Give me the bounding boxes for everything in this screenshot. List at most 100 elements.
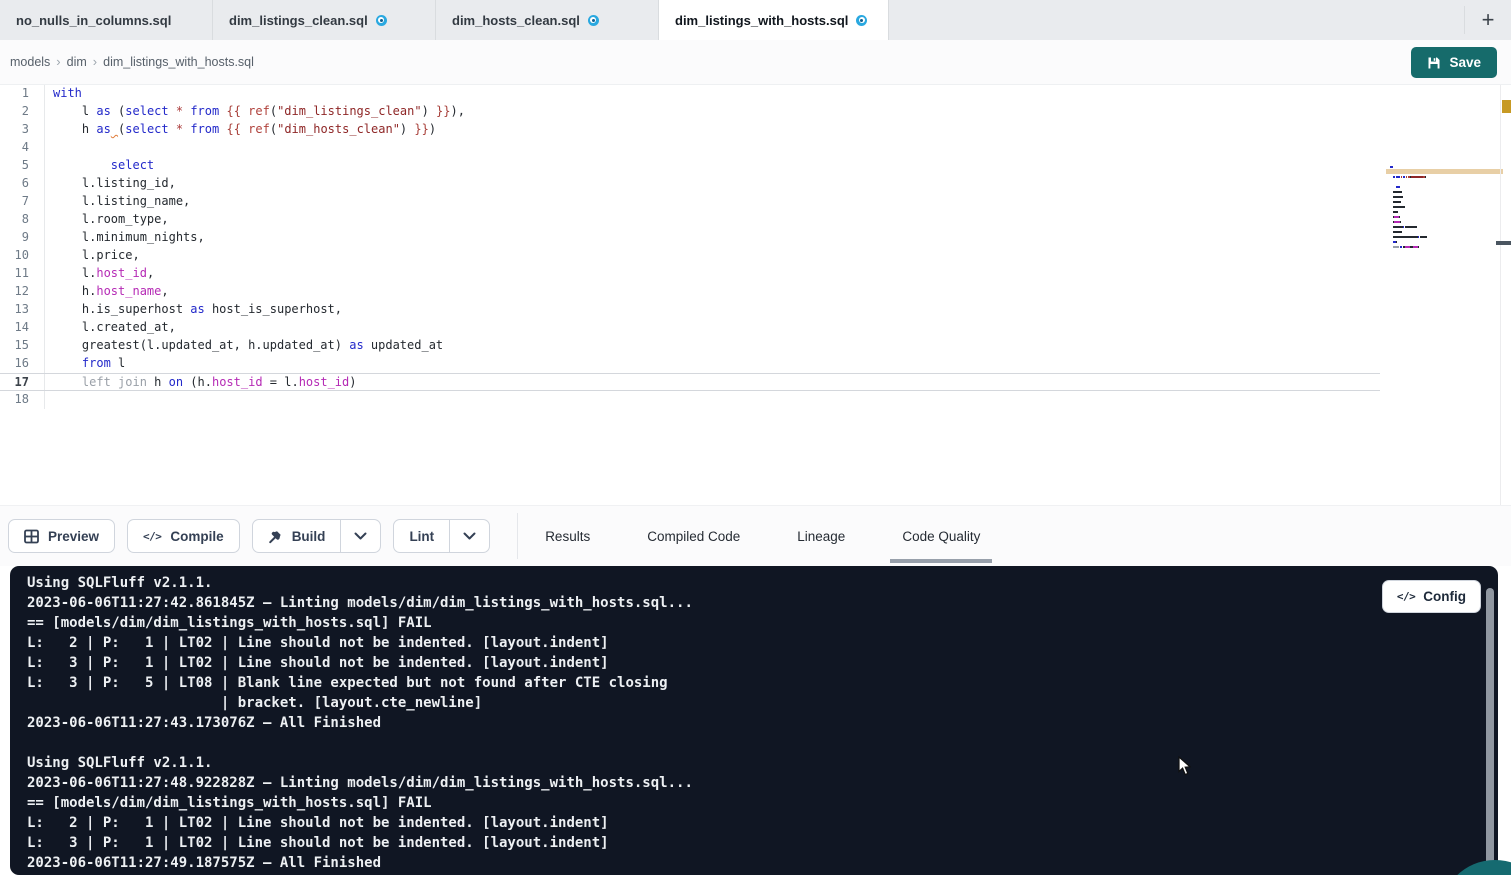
- tab-label: dim_listings_with_hosts.sql: [675, 13, 848, 28]
- code-line[interactable]: 13 h.is_superhost as host_is_superhost,: [0, 301, 1380, 319]
- tab-label: dim_hosts_clean.sql: [452, 13, 580, 28]
- tab-lineage[interactable]: Lineage: [785, 506, 857, 566]
- tab-results[interactable]: Results: [533, 506, 602, 566]
- line-number: 14: [0, 319, 45, 337]
- code-line[interactable]: 14 l.created_at,: [0, 319, 1380, 337]
- code-line[interactable]: 18: [0, 391, 1380, 409]
- terminal-panel: Using SQLFluff v2.1.1. 2023-06-06T11:27:…: [10, 566, 1498, 875]
- code-icon: </>: [1397, 590, 1415, 603]
- code-line[interactable]: 15 greatest(l.updated_at, h.updated_at) …: [0, 337, 1380, 355]
- code-line[interactable]: 12 h.host_name,: [0, 283, 1380, 301]
- line-number: 18: [0, 391, 45, 409]
- lint-output-block-2: Using SQLFluff v2.1.1. 2023-06-06T11:27:…: [27, 753, 1378, 873]
- tab-no-nulls-in-columns[interactable]: no_nulls_in_columns.sql: [0, 0, 213, 40]
- chevron-right-icon: ›: [56, 54, 60, 69]
- line-number: 12: [0, 283, 45, 301]
- line-number: 6: [0, 175, 45, 193]
- cursor-position-mark: [1496, 241, 1511, 245]
- plus-icon: +: [1482, 7, 1495, 33]
- line-number: 15: [0, 337, 45, 355]
- tab-compiled-code[interactable]: Compiled Code: [635, 506, 752, 566]
- line-number: 9: [0, 229, 45, 247]
- code-line[interactable]: 8 l.room_type,: [0, 211, 1380, 229]
- new-tab-button[interactable]: +: [1465, 0, 1511, 40]
- config-button-label: Config: [1423, 589, 1466, 604]
- code-line[interactable]: 9 l.minimum_nights,: [0, 229, 1380, 247]
- line-number: 10: [0, 247, 45, 265]
- tab-dim-hosts-clean[interactable]: dim_hosts_clean.sql: [436, 0, 659, 40]
- modified-indicator-icon: [376, 15, 387, 26]
- preview-grid-icon: [24, 529, 39, 544]
- line-number: 1: [0, 85, 45, 103]
- terminal-output: Using SQLFluff v2.1.1. 2023-06-06T11:27:…: [27, 573, 1378, 873]
- terminal-scrollbar[interactable]: [1486, 588, 1494, 868]
- tab-label: Code Quality: [902, 529, 980, 544]
- config-button[interactable]: </> Config: [1382, 580, 1481, 613]
- terminal-blank-line: [27, 733, 1378, 753]
- build-dropdown-button[interactable]: [340, 520, 380, 552]
- lint-button[interactable]: Lint: [393, 519, 490, 553]
- tab-label: Lineage: [797, 529, 845, 544]
- ide-window: no_nulls_in_columns.sql dim_listings_cle…: [0, 0, 1511, 875]
- toolbar-divider: [517, 513, 518, 559]
- modified-indicator-icon: [856, 15, 867, 26]
- code-line[interactable]: 10 l.price,: [0, 247, 1380, 265]
- tab-label: dim_listings_clean.sql: [229, 13, 368, 28]
- breadcrumb-row: models › dim › dim_listings_with_hosts.s…: [0, 40, 1511, 85]
- lint-dropdown-button[interactable]: [449, 520, 489, 552]
- code-icon: </>: [143, 530, 161, 543]
- code-line[interactable]: 6 l.listing_id,: [0, 175, 1380, 193]
- code-line[interactable]: 2 l as (select * from {{ ref("dim_listin…: [0, 103, 1380, 121]
- compile-button[interactable]: </> Compile: [127, 519, 240, 553]
- tab-code-quality[interactable]: Code Quality: [890, 506, 992, 566]
- code-lines: 1with2 l as (select * from {{ ref("dim_l…: [0, 85, 1380, 409]
- save-button[interactable]: Save: [1411, 47, 1497, 78]
- chevron-down-icon: [463, 532, 476, 540]
- overview-ruler[interactable]: [1500, 85, 1501, 505]
- line-number: 11: [0, 265, 45, 283]
- line-number: 7: [0, 193, 45, 211]
- code-line[interactable]: 5 select: [0, 157, 1380, 175]
- chevron-down-icon: [354, 532, 367, 540]
- result-tabs: Results Compiled Code Lineage Code Quali…: [533, 506, 992, 566]
- file-tab-bar: no_nulls_in_columns.sql dim_listings_cle…: [0, 0, 1511, 40]
- lint-button-label: Lint: [409, 529, 434, 544]
- line-number: 8: [0, 211, 45, 229]
- line-number: 5: [0, 157, 45, 175]
- tab-bar-spacer: [889, 0, 1464, 40]
- code-line[interactable]: 7 l.listing_name,: [0, 193, 1380, 211]
- build-button-label: Build: [292, 529, 326, 544]
- breadcrumb-models[interactable]: models: [10, 55, 50, 69]
- line-number: 2: [0, 103, 45, 121]
- tab-label: Results: [545, 529, 590, 544]
- tab-label: Compiled Code: [647, 529, 740, 544]
- compile-button-label: Compile: [170, 529, 223, 544]
- preview-button-label: Preview: [48, 529, 99, 544]
- line-number: 3: [0, 121, 45, 139]
- breadcrumb-filename: dim_listings_with_hosts.sql: [103, 55, 254, 69]
- hammer-icon: [268, 529, 283, 544]
- modified-indicator-icon: [588, 15, 599, 26]
- line-number: 16: [0, 355, 45, 373]
- save-floppy-icon: [1427, 56, 1441, 70]
- action-toolbar: Preview </> Compile Build: [0, 505, 1511, 566]
- code-line[interactable]: 17 left join h on (h.host_id = l.host_id…: [0, 373, 1380, 391]
- code-line[interactable]: 3 h as (select * from {{ ref("dim_hosts_…: [0, 121, 1380, 139]
- lint-warning-mark[interactable]: [1502, 100, 1511, 113]
- code-line[interactable]: 11 l.host_id,: [0, 265, 1380, 283]
- tab-dim-listings-with-hosts[interactable]: dim_listings_with_hosts.sql: [659, 0, 889, 40]
- lint-output-block-1: Using SQLFluff v2.1.1. 2023-06-06T11:27:…: [27, 573, 1378, 733]
- code-line[interactable]: 4: [0, 139, 1380, 157]
- line-number: 17: [0, 374, 45, 390]
- tab-dim-listings-clean[interactable]: dim_listings_clean.sql: [213, 0, 436, 40]
- breadcrumb-dim[interactable]: dim: [67, 55, 87, 69]
- code-editor[interactable]: 1with2 l as (select * from {{ ref("dim_l…: [0, 85, 1511, 505]
- minimap-warning-band: [1386, 169, 1503, 174]
- preview-button[interactable]: Preview: [8, 519, 115, 553]
- code-line[interactable]: 16 from l: [0, 355, 1380, 373]
- save-button-label: Save: [1449, 55, 1481, 70]
- line-number: 13: [0, 301, 45, 319]
- minimap[interactable]: [1390, 166, 1470, 256]
- build-button[interactable]: Build: [252, 519, 382, 553]
- code-line[interactable]: 1with: [0, 85, 1380, 103]
